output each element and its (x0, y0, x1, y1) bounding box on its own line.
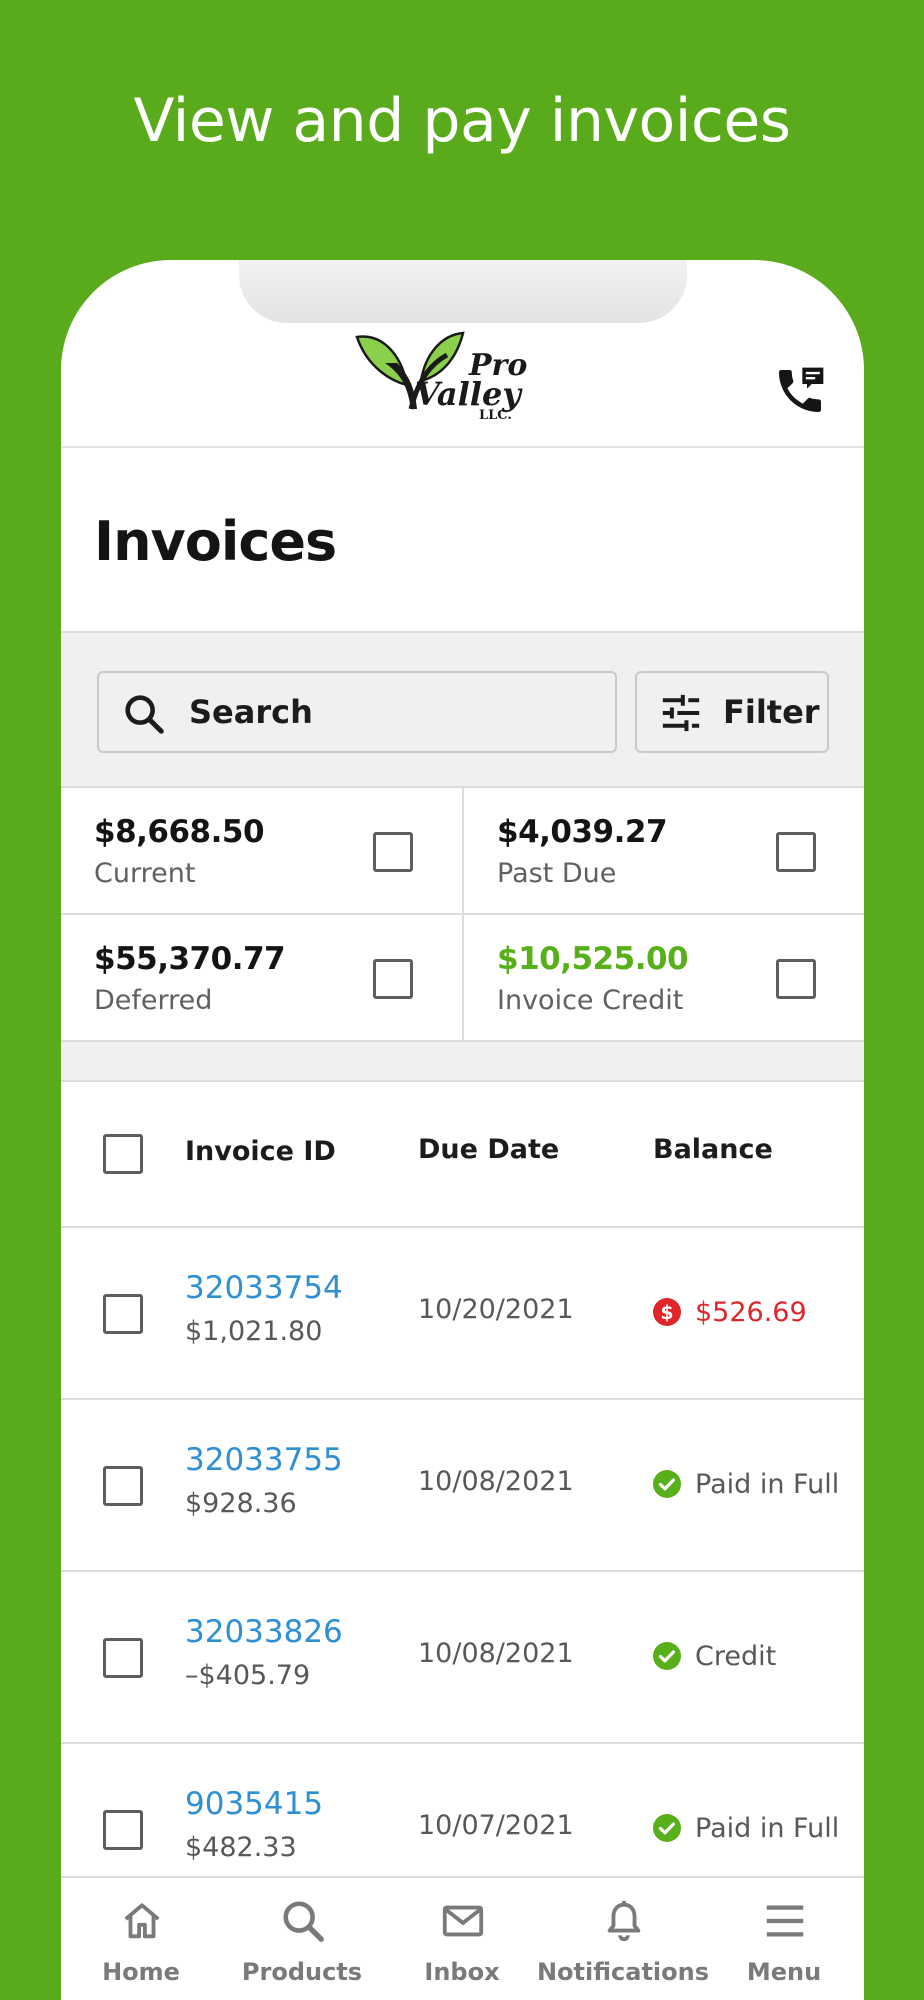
summary-amount: $10,525.00 (497, 941, 689, 977)
invoice-amount: –$405.79 (185, 1660, 311, 1691)
row-checkbox[interactable] (103, 1466, 143, 1506)
tab-inbox[interactable]: Inbox (382, 1878, 542, 2000)
summary-checkbox-invoice-credit[interactable] (776, 959, 816, 999)
summary-checkbox-deferred[interactable] (373, 959, 413, 999)
tab-menu[interactable]: Menu (704, 1878, 864, 2000)
menu-icon (766, 1905, 804, 1937)
summary-label: Invoice Credit (497, 985, 684, 1016)
bell-icon (607, 1900, 641, 1942)
balance-cell: Paid in Full (653, 1464, 839, 1504)
invoice-amount: $482.33 (185, 1832, 297, 1863)
balance-value: $526.69 (695, 1296, 807, 1328)
invoice-id-link[interactable]: 9035415 (185, 1786, 323, 1822)
row-checkbox[interactable] (103, 1294, 143, 1334)
filter-label: Filter (723, 693, 820, 731)
summary-checkbox-current[interactable] (373, 832, 413, 872)
balance-value: Credit (695, 1640, 777, 1672)
summary-label: Deferred (94, 985, 213, 1016)
filter-sliders-icon (662, 694, 700, 732)
header-invoice-id[interactable]: Invoice ID (185, 1136, 336, 1167)
logo-text-llc: LLC. (479, 408, 512, 423)
phone-frame: Pro Valley LLC. Invoices Search Filter $… (61, 260, 864, 2000)
summary-checkbox-past-due[interactable] (776, 832, 816, 872)
invoice-id-link[interactable]: 32033754 (185, 1270, 343, 1306)
due-date: 10/07/2021 (418, 1810, 574, 1841)
table-row[interactable]: 32033826 –$405.79 10/08/2021 Credit (61, 1572, 864, 1744)
app-header: Pro Valley LLC. (61, 323, 864, 448)
title-area: Invoices (61, 450, 864, 633)
tab-products[interactable]: Products (222, 1878, 382, 2000)
summary-current: $8,668.50 Current (61, 788, 462, 915)
row-checkbox[interactable] (103, 1638, 143, 1678)
table-row[interactable]: 32033754 $1,021.80 10/20/2021 $ $526.69 (61, 1228, 864, 1400)
invoice-amount: $928.36 (185, 1488, 297, 1519)
search-icon (283, 1901, 324, 1942)
search-icon (125, 695, 164, 734)
summary-past-due: $4,039.27 Past Due (462, 788, 864, 915)
invoice-id-link[interactable]: 32033826 (185, 1614, 343, 1650)
balance-summary: $8,668.50 Current $4,039.27 Past Due $55… (61, 788, 864, 1042)
balance-cell: $ $526.69 (653, 1292, 807, 1332)
invoice-amount: $1,021.80 (185, 1316, 323, 1347)
check-circle-icon (653, 1470, 681, 1498)
mail-icon (442, 1905, 484, 1937)
tab-label: Products (241, 1958, 363, 1986)
promo-headline: View and pay invoices (133, 86, 791, 156)
bottom-tab-bar: Home Products Inbox Notifications Menu (61, 1876, 864, 2000)
phone-notch (239, 260, 687, 323)
tab-label: Inbox (424, 1958, 500, 1986)
svg-text:$: $ (661, 1303, 674, 1324)
table-header: Invoice ID Due Date Balance (61, 1082, 864, 1228)
tab-label: Menu (746, 1958, 822, 1986)
due-date: 10/08/2021 (418, 1466, 574, 1497)
balance-cell: Paid in Full (653, 1808, 839, 1848)
search-placeholder: Search (189, 693, 313, 731)
filter-button[interactable]: Filter (635, 671, 829, 753)
check-circle-icon (653, 1642, 681, 1670)
invoice-id-link[interactable]: 32033755 (185, 1442, 343, 1478)
tab-notifications[interactable]: Notifications (537, 1878, 709, 2000)
check-circle-icon (653, 1814, 681, 1842)
header-due-date[interactable]: Due Date (418, 1134, 559, 1165)
summary-amount: $4,039.27 (497, 814, 668, 850)
summary-amount: $8,668.50 (94, 814, 265, 850)
tab-label: Home (102, 1958, 180, 1986)
balance-value: Paid in Full (695, 1468, 840, 1500)
table-row[interactable]: 32033755 $928.36 10/08/2021 Paid in Full (61, 1400, 864, 1572)
summary-deferred: $55,370.77 Deferred (61, 915, 462, 1042)
search-input[interactable]: Search (97, 671, 617, 753)
page-title: Invoices (94, 510, 337, 573)
due-date: 10/20/2021 (418, 1294, 574, 1325)
dollar-alert-icon: $ (653, 1298, 681, 1326)
row-checkbox[interactable] (103, 1810, 143, 1850)
pro-valley-logo: Pro Valley LLC. (355, 331, 527, 423)
section-spacer (61, 1042, 864, 1082)
header-balance[interactable]: Balance (653, 1134, 773, 1165)
balance-cell: Credit (653, 1636, 776, 1676)
summary-label: Past Due (497, 858, 617, 889)
summary-label: Current (94, 858, 196, 889)
select-all-checkbox[interactable] (103, 1134, 143, 1174)
due-date: 10/08/2021 (418, 1638, 574, 1669)
home-icon (124, 1903, 160, 1939)
tab-label: Notifications (536, 1958, 710, 1986)
summary-invoice-credit: $10,525.00 Invoice Credit (462, 915, 864, 1042)
summary-amount: $55,370.77 (94, 941, 286, 977)
contact-phone-icon[interactable] (772, 363, 828, 419)
toolbar: Search Filter (61, 633, 864, 788)
balance-value: Paid in Full (695, 1812, 840, 1844)
tab-home[interactable]: Home (61, 1878, 221, 2000)
